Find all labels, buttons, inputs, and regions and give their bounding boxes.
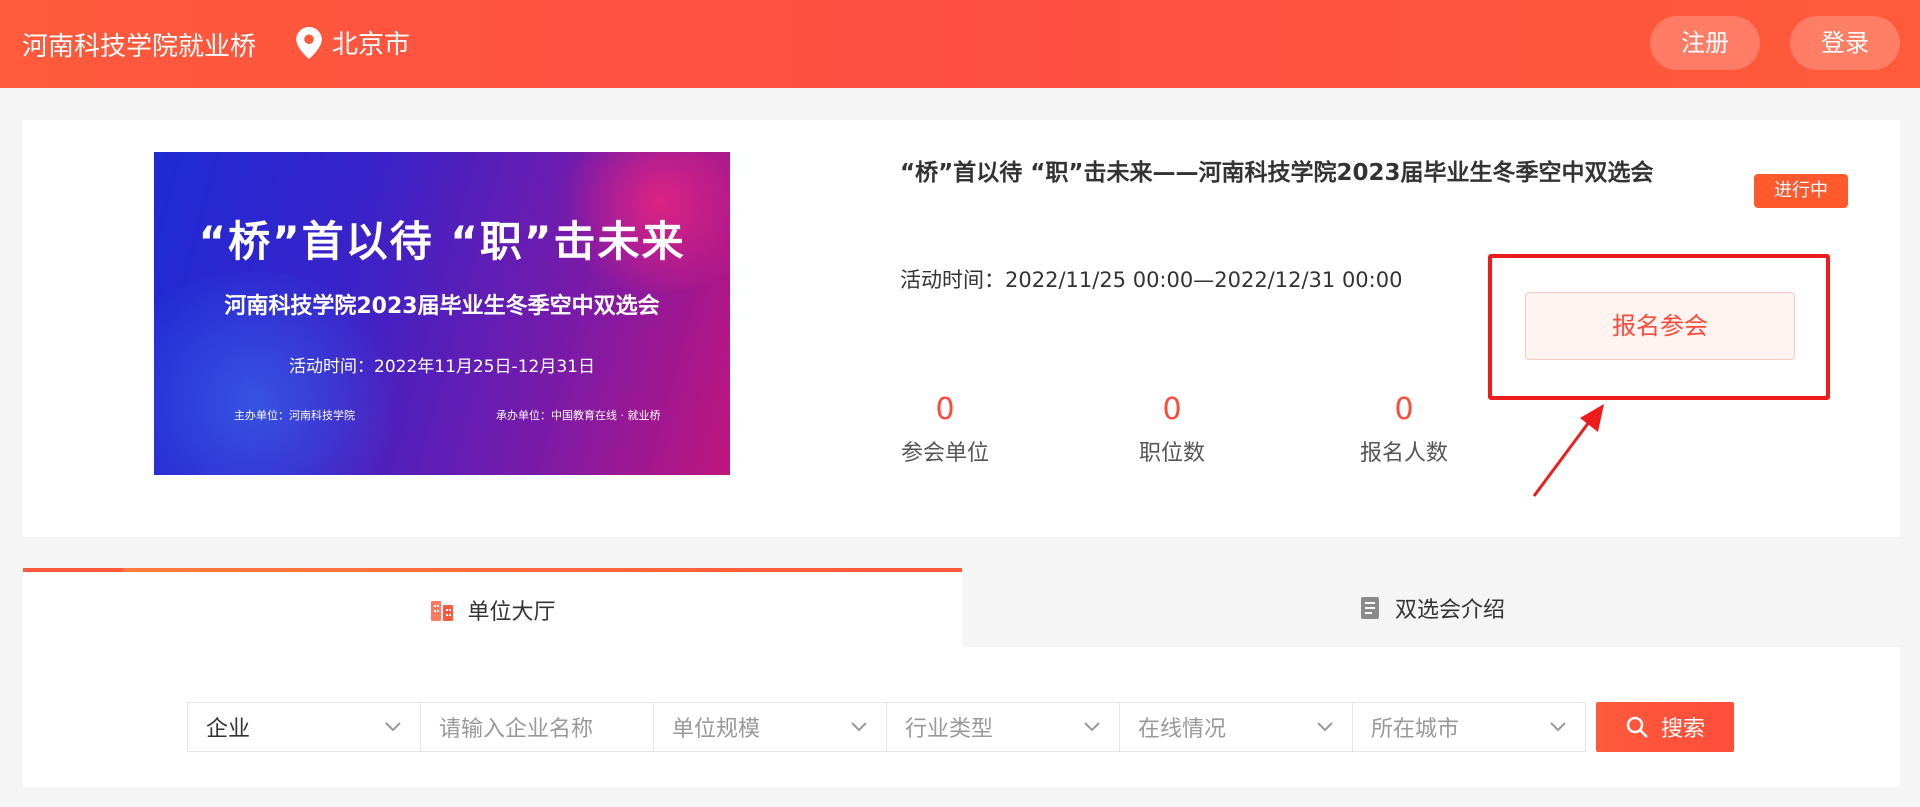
stat-applicants: 0 报名人数 — [1356, 392, 1452, 467]
company-type-select[interactable]: 企业 — [187, 702, 421, 752]
stat-label: 职位数 — [1138, 441, 1205, 466]
stat-value: 0 — [935, 392, 955, 427]
content-tabs: 单位大厅 双选会介绍 — [23, 568, 1900, 647]
fair-time-label: 活动时间： — [900, 268, 1005, 292]
search-button[interactable]: 搜索 — [1596, 702, 1734, 752]
search-label: 搜索 — [1660, 717, 1705, 742]
banner-host: 主办单位：河南科技学院 — [234, 409, 355, 422]
chevron-down-icon — [851, 722, 867, 732]
location-label: 北京市 — [332, 30, 411, 60]
stat-label: 报名人数 — [1359, 441, 1448, 466]
tab-fair-intro[interactable]: 双选会介绍 — [962, 568, 1900, 647]
building-icon — [431, 600, 454, 621]
fair-time-value: 2022/11/25 00:00—2022/12/31 00:00 — [1005, 268, 1403, 292]
chevron-down-icon — [1317, 722, 1333, 732]
chevron-down-icon — [385, 722, 401, 732]
tab-active-indicator — [123, 568, 863, 572]
login-button[interactable]: 登录 — [1790, 16, 1900, 70]
stat-positions: 0 职位数 — [1130, 392, 1214, 467]
industry-placeholder: 行业类型 — [905, 717, 994, 742]
banner-headline: “桥”首以待 “职”击未来 — [198, 217, 686, 266]
stat-value: 0 — [1394, 392, 1414, 427]
online-status-placeholder: 在线情况 — [1138, 717, 1227, 742]
signup-fair-button[interactable]: 报名参会 — [1525, 292, 1795, 360]
city-placeholder: 所在城市 — [1371, 717, 1460, 742]
stat-companies: 0 参会单位 — [900, 392, 990, 467]
register-button[interactable]: 注册 — [1650, 16, 1760, 70]
tab-label: 单位大厅 — [467, 599, 556, 625]
chevron-down-icon — [1550, 722, 1566, 732]
chevron-down-icon — [1084, 722, 1100, 732]
tab-company-hall[interactable]: 单位大厅 — [23, 568, 962, 647]
fair-time: 活动时间：2022/11/25 00:00—2022/12/31 00:00 — [900, 264, 1402, 294]
banner-date: 活动时间：2022年11月25日-12月31日 — [289, 357, 595, 377]
banner-organizer: 承办单位：中国教育在线 · 就业桥 — [496, 409, 661, 422]
stat-label: 参会单位 — [900, 441, 989, 466]
fair-title: “桥”首以待 “职”击未来——河南科技学院2023届毕业生冬季空中双选会 — [900, 160, 1654, 186]
company-name-input[interactable]: 请输入企业名称 — [420, 702, 654, 752]
filter-bar: 企业 请输入企业名称 单位规模 行业类型 在线情况 所在城市 — [187, 702, 1586, 752]
search-icon — [1626, 716, 1648, 738]
online-status-select[interactable]: 在线情况 — [1119, 702, 1353, 752]
fair-banner-image: “桥”首以待 “职”击未来 河南科技学院2023届毕业生冬季空中双选会 活动时间… — [154, 152, 730, 475]
site-name[interactable]: 河南科技学院就业桥 — [22, 26, 256, 63]
company-name-placeholder: 请输入企业名称 — [439, 717, 594, 742]
location-pin-icon — [296, 26, 322, 59]
city-select[interactable]: 所在城市 — [1352, 702, 1586, 752]
banner-subtitle: 河南科技学院2023届毕业生冬季空中双选会 — [224, 294, 660, 319]
annotation-arrow-icon — [1532, 404, 1604, 497]
company-scale-placeholder: 单位规模 — [672, 717, 761, 742]
document-icon — [1360, 596, 1379, 619]
status-badge: 进行中 — [1754, 174, 1848, 208]
industry-select[interactable]: 行业类型 — [886, 702, 1120, 752]
location-selector[interactable]: 北京市 — [296, 24, 410, 61]
company-scale-select[interactable]: 单位规模 — [653, 702, 887, 752]
tab-label: 双选会介绍 — [1394, 597, 1505, 623]
stat-value: 0 — [1162, 392, 1182, 427]
company-type-value: 企业 — [206, 717, 251, 742]
top-header: 河南科技学院就业桥 北京市 注册 登录 — [0, 0, 1920, 88]
